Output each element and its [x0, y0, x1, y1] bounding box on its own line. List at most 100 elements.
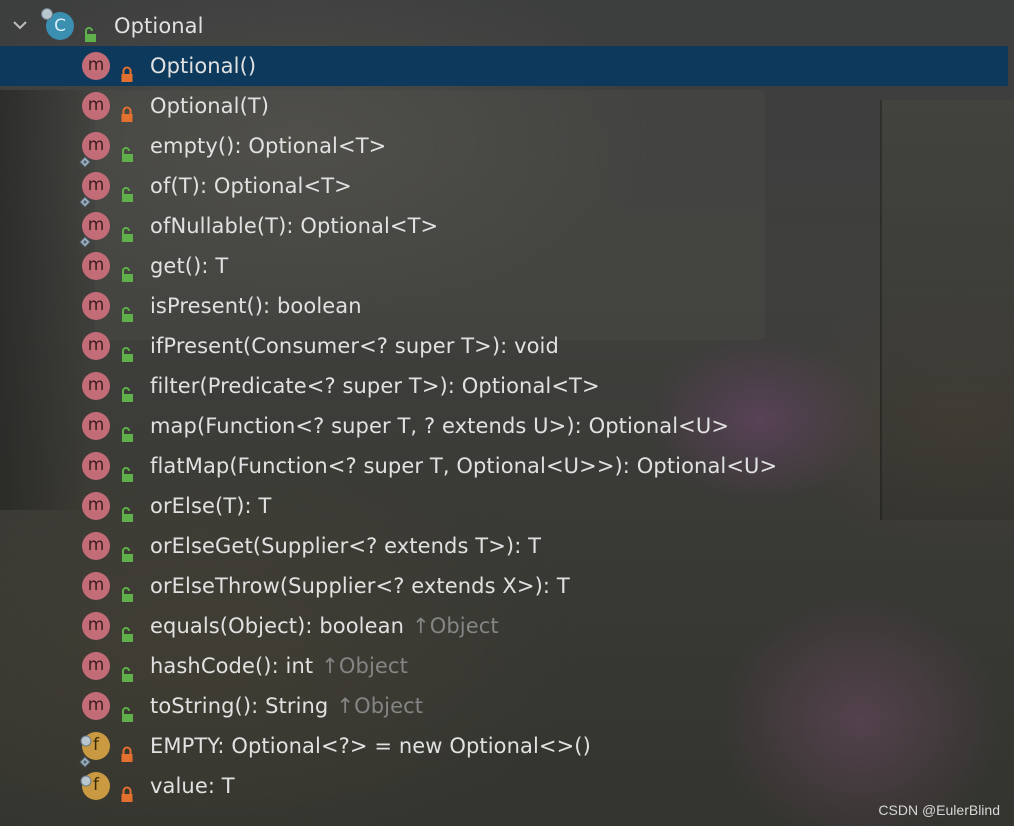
- member-signature: get(): T: [150, 254, 229, 278]
- method-row[interactable]: m Optional(): [0, 46, 1008, 86]
- private-lock-icon: [120, 98, 134, 122]
- public-lock-icon: [120, 138, 134, 162]
- method-row[interactable]: m flatMap(Function<? super T, Optional<U>…: [0, 446, 1014, 486]
- public-lock-icon: [120, 578, 134, 602]
- method-row[interactable]: m hashCode(): int ↑Object: [0, 646, 1014, 686]
- static-icon: [79, 750, 91, 768]
- public-lock-icon: [120, 458, 134, 482]
- member-signature: empty(): Optional<T>: [150, 134, 387, 158]
- member-icon-letter: m: [87, 695, 105, 715]
- member-list: m Optional() m Optional(T) m empty(): Optiona…: [0, 46, 1014, 806]
- field-row[interactable]: f EMPTY: Optional<?> = new Optional<>(): [0, 726, 1014, 768]
- public-lock-icon: [83, 18, 97, 42]
- public-lock-icon: [120, 378, 134, 402]
- method-row[interactable]: m orElse(T): T: [0, 486, 1014, 526]
- method-row[interactable]: m ofNullable(T): Optional<T>: [0, 206, 1014, 248]
- field-row[interactable]: f value: T: [0, 766, 1014, 806]
- member-icon-letter: f: [93, 775, 99, 795]
- method-icon: m: [82, 292, 110, 320]
- member-label: value: T: [150, 766, 235, 806]
- member-signature: toString(): String: [150, 694, 329, 718]
- member-label: flatMap(Function<? super T, Optional<U>>…: [150, 446, 777, 486]
- method-icon: m: [82, 532, 110, 560]
- member-signature: hashCode(): int: [150, 654, 314, 678]
- member-label: ofNullable(T): Optional<T>: [150, 206, 438, 246]
- method-row[interactable]: m equals(Object): boolean ↑Object: [0, 606, 1014, 646]
- member-label: get(): T: [150, 246, 228, 286]
- public-lock-icon: [120, 298, 134, 322]
- method-icon: m: [82, 572, 110, 600]
- method-icon: m: [79, 132, 110, 168]
- member-signature: map(Function<? super T, ? extends U>): O…: [150, 414, 730, 438]
- field-icon: f: [79, 729, 110, 768]
- private-lock-icon: [120, 58, 134, 82]
- member-label: empty(): Optional<T>: [150, 126, 386, 166]
- method-row[interactable]: m ifPresent(Consumer<? super T>): void: [0, 326, 1014, 366]
- member-signature: flatMap(Function<? super T, Optional<U>>…: [150, 454, 778, 478]
- method-row[interactable]: m get(): T: [0, 246, 1014, 286]
- member-signature: Optional(T): [150, 94, 270, 118]
- method-icon: m: [82, 452, 110, 480]
- method-row[interactable]: m map(Function<? super T, ? extends U>): …: [0, 406, 1014, 446]
- static-icon: [79, 150, 91, 168]
- member-icon-letter: m: [87, 495, 105, 515]
- member-label: orElse(T): T: [150, 486, 271, 526]
- method-icon: m: [82, 612, 110, 640]
- member-label: toString(): String ↑Object: [150, 686, 423, 726]
- public-lock-icon: [120, 178, 134, 202]
- public-lock-icon: [120, 618, 134, 642]
- method-row[interactable]: m empty(): Optional<T>: [0, 126, 1014, 168]
- member-label: equals(Object): boolean ↑Object: [150, 606, 499, 646]
- member-label: of(T): Optional<T>: [150, 166, 352, 206]
- class-icon-letter: C: [54, 16, 66, 36]
- method-icon: m: [79, 212, 110, 248]
- member-signature: isPresent(): boolean: [150, 294, 362, 318]
- chevron-down-icon[interactable]: [10, 6, 30, 46]
- member-label: orElseThrow(Supplier<? extends X>): T: [150, 566, 570, 606]
- member-icon-letter: m: [87, 575, 105, 595]
- method-icon: m: [82, 412, 110, 440]
- member-icon-letter: m: [87, 615, 105, 635]
- class-name: Optional: [114, 14, 204, 38]
- member-icon-letter: m: [87, 415, 105, 435]
- member-signature: equals(Object): boolean: [150, 614, 404, 638]
- method-row[interactable]: m of(T): Optional<T>: [0, 166, 1014, 208]
- public-lock-icon: [120, 698, 134, 722]
- member-label: Optional(T): [150, 86, 269, 126]
- method-icon: m: [79, 172, 110, 208]
- public-lock-icon: [120, 338, 134, 362]
- member-icon-letter: f: [93, 735, 99, 755]
- member-signature: Optional(): [150, 54, 257, 78]
- member-signature: ofNullable(T): Optional<T>: [150, 214, 439, 238]
- pin-icon: [80, 729, 92, 747]
- member-signature: EMPTY: Optional<?> = new Optional<>(): [150, 734, 591, 758]
- method-row[interactable]: m filter(Predicate<? super T>): Optional<…: [0, 366, 1014, 406]
- method-row[interactable]: m toString(): String ↑Object: [0, 686, 1014, 726]
- method-icon: m: [82, 492, 110, 520]
- member-icon-letter: m: [87, 535, 105, 555]
- method-icon: m: [82, 332, 110, 360]
- public-lock-icon: [120, 418, 134, 442]
- member-icon-letter: m: [87, 655, 105, 675]
- method-icon: m: [82, 92, 110, 120]
- method-row[interactable]: m orElseGet(Supplier<? extends T>): T: [0, 526, 1014, 566]
- member-icon-letter: m: [87, 455, 105, 475]
- inherited-from: ↑Object: [412, 614, 499, 638]
- method-icon: m: [82, 52, 110, 80]
- method-row[interactable]: m orElseThrow(Supplier<? extends X>): T: [0, 566, 1014, 606]
- class-icon: C: [41, 8, 74, 40]
- member-label: map(Function<? super T, ? extends U>): O…: [150, 406, 729, 446]
- static-icon: [79, 190, 91, 208]
- member-signature: orElseGet(Supplier<? extends T>): T: [150, 534, 542, 558]
- member-signature: ifPresent(Consumer<? super T>): void: [150, 334, 559, 358]
- member-label: orElseGet(Supplier<? extends T>): T: [150, 526, 541, 566]
- member-label: Optional(): [150, 46, 256, 86]
- method-row[interactable]: m isPresent(): boolean: [0, 286, 1014, 326]
- method-icon: m: [82, 252, 110, 280]
- member-label: ifPresent(Consumer<? super T>): void: [150, 326, 559, 366]
- member-signature: value: T: [150, 774, 235, 798]
- tree-root-row[interactable]: C Optional: [0, 6, 1014, 46]
- private-lock-icon: [120, 738, 134, 762]
- method-row[interactable]: m Optional(T): [0, 86, 1014, 126]
- method-icon: m: [82, 372, 110, 400]
